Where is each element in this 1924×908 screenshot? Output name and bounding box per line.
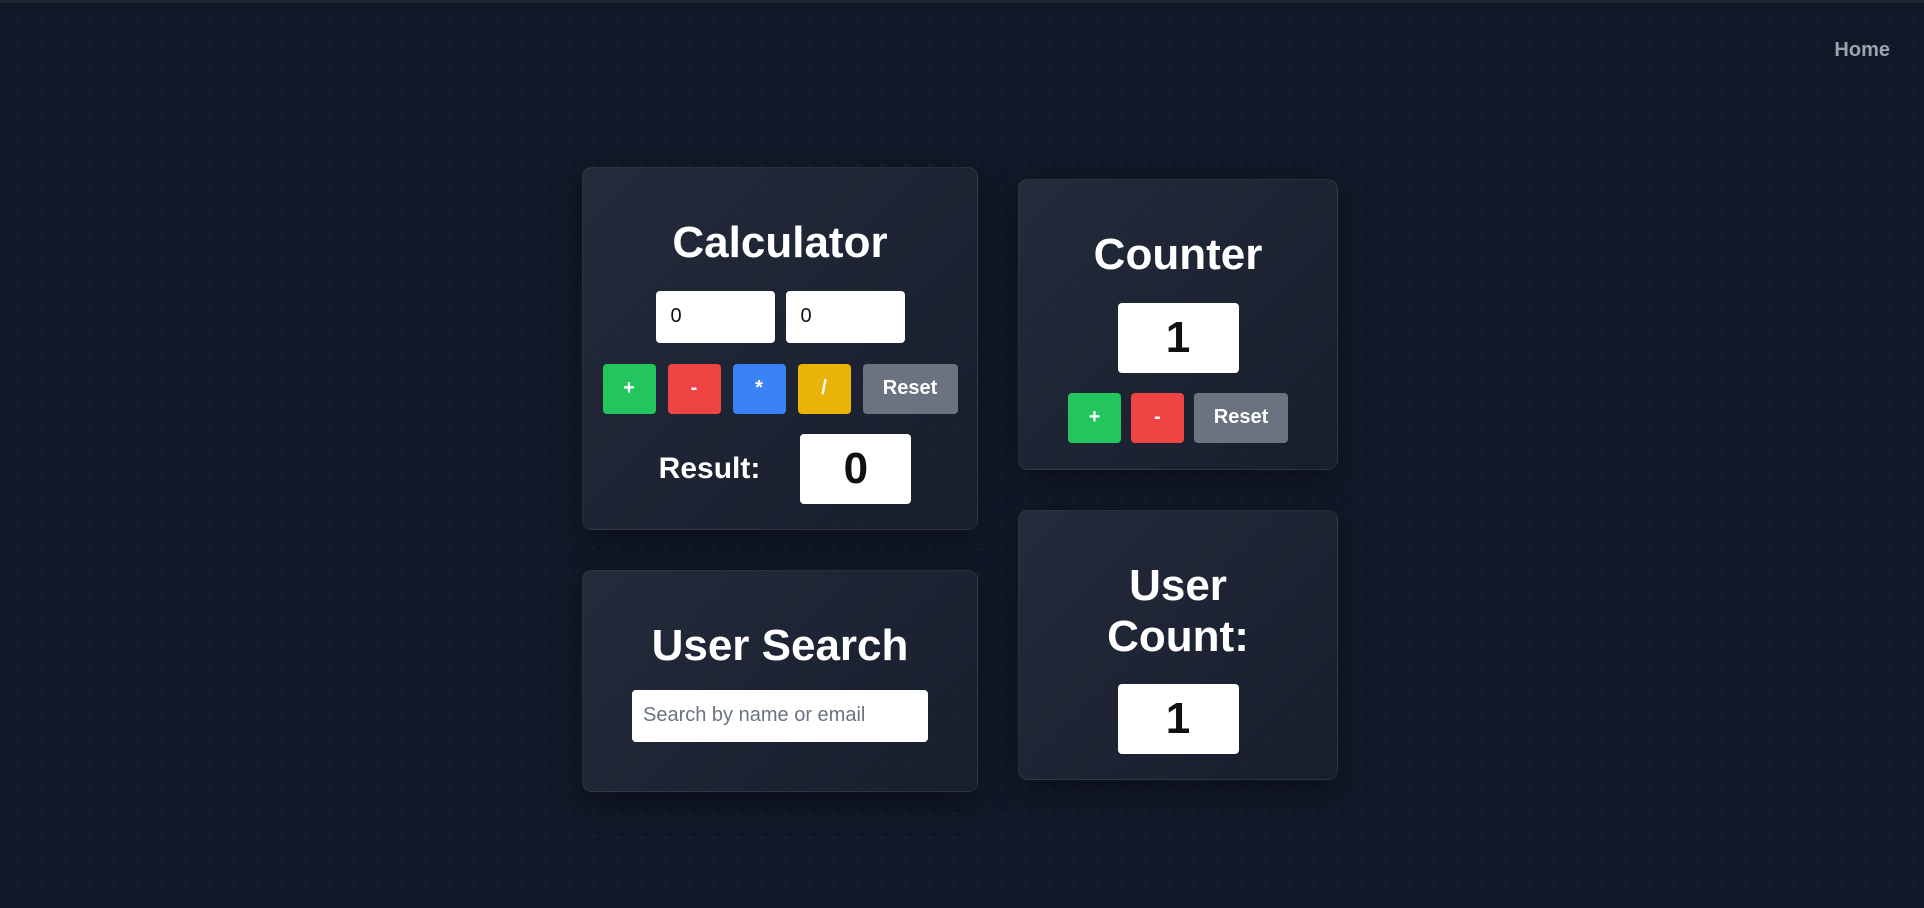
result-value: 0 <box>800 433 912 504</box>
counter-reset-button[interactable]: Reset <box>1194 392 1288 443</box>
counter-operations: + - Reset <box>1068 392 1288 443</box>
calculator-operations: + - * / Reset <box>602 363 958 414</box>
subtract-button[interactable]: - <box>667 363 721 414</box>
user-search-input[interactable] <box>632 689 928 742</box>
counter-value: 1 <box>1117 302 1239 373</box>
counter-card: Counter 1 + - Reset <box>1018 179 1338 470</box>
calculator-title: Calculator <box>672 218 888 267</box>
user-count-value: 1 <box>1117 684 1239 755</box>
increment-button[interactable]: + <box>1068 392 1121 443</box>
calculator-reset-button[interactable]: Reset <box>862 363 958 414</box>
calculator-input-1[interactable] <box>655 290 775 343</box>
add-button[interactable]: + <box>602 363 656 414</box>
counter-title: Counter <box>1093 230 1263 279</box>
user-search-title: User Search <box>651 621 909 670</box>
nav-home-link[interactable]: Home <box>1834 39 1890 62</box>
multiply-button[interactable]: * <box>732 363 786 414</box>
decrement-button[interactable]: - <box>1131 392 1184 443</box>
user-count-card: User Count: 1 <box>1018 510 1338 780</box>
calculator-inputs <box>655 290 905 343</box>
calculator-result-row: Result: 0 <box>649 433 912 504</box>
user-count-title: User Count: <box>1107 561 1249 661</box>
user-search-card: User Search <box>582 570 978 792</box>
calculator-input-2[interactable] <box>785 290 905 343</box>
calculator-card: Calculator + - * / Reset Result: 0 <box>582 167 978 530</box>
divide-button[interactable]: / <box>797 363 851 414</box>
result-label: Result: <box>658 451 761 485</box>
